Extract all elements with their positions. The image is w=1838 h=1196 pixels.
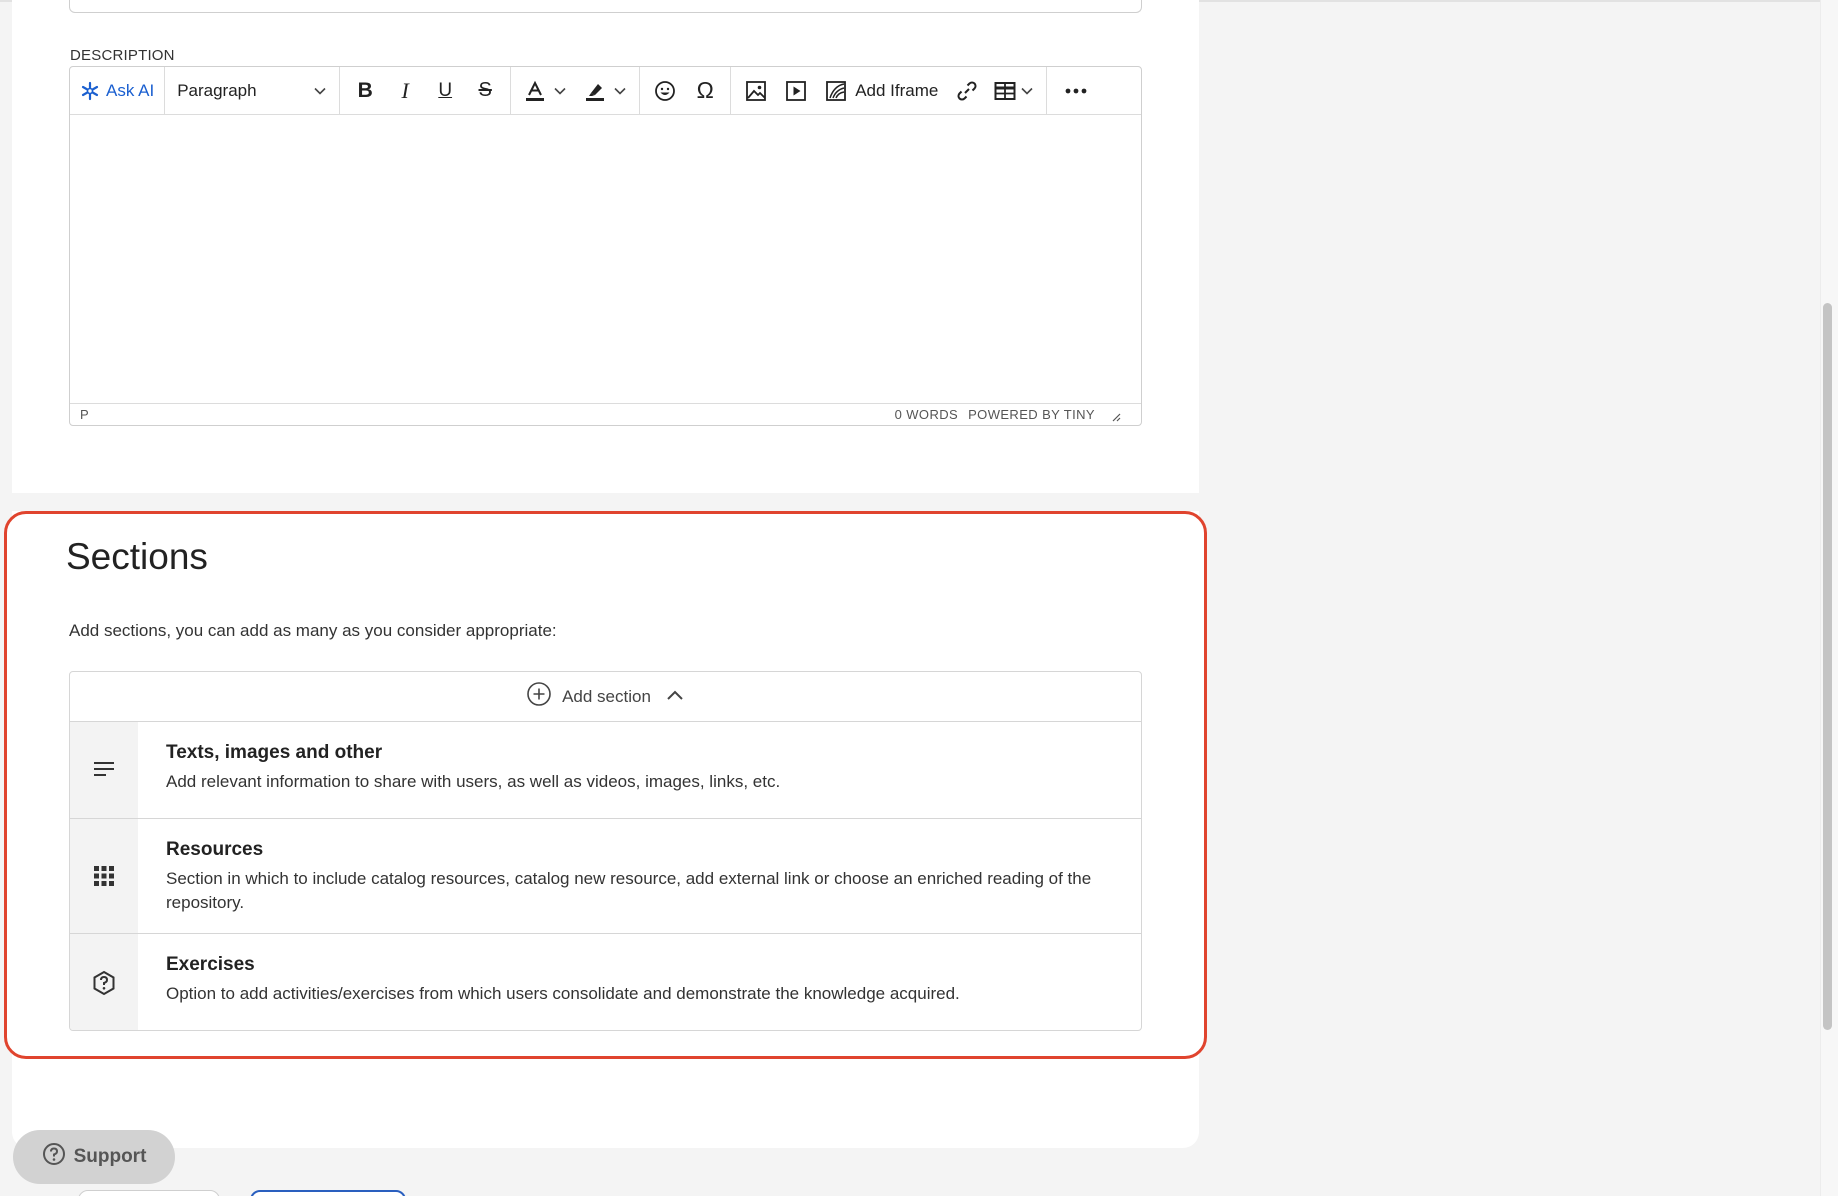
strikethrough-icon: S	[478, 79, 492, 101]
powered-by-tiny[interactable]: POWERED BY TINY	[968, 407, 1095, 422]
word-count[interactable]: 0 WORDS	[895, 407, 958, 422]
add-iframe-label: Add Iframe	[855, 80, 939, 100]
video-icon	[785, 80, 807, 102]
resize-handle-icon[interactable]	[1111, 410, 1121, 421]
plus-circle-icon	[526, 681, 552, 712]
primary-action-button[interactable]	[250, 1190, 406, 1196]
card-gap	[12, 493, 1199, 511]
insert-image-button[interactable]	[739, 74, 773, 108]
bold-icon: B	[357, 78, 373, 102]
more-horizontal-icon	[1065, 87, 1087, 95]
chevron-down-icon	[1020, 84, 1034, 98]
section-option-resources[interactable]: Resources Section in which to include ca…	[70, 819, 1141, 934]
text-color-button[interactable]	[519, 74, 571, 108]
ask-ai-label: Ask AI	[106, 80, 155, 100]
secondary-action-button[interactable]	[78, 1190, 220, 1196]
support-label: Support	[73, 1146, 147, 1167]
chevron-up-icon	[665, 687, 685, 707]
image-icon	[745, 80, 767, 102]
chevron-down-icon	[313, 84, 327, 98]
page: DESCRIPTION Ask AI Paragraph B I U S Ω A…	[0, 0, 1838, 1196]
chevron-down-icon	[613, 84, 627, 98]
hexagon-question-icon	[70, 934, 138, 1030]
add-section-label: Add section	[562, 686, 651, 706]
emoji-icon	[654, 80, 676, 102]
italic-icon: I	[401, 77, 409, 103]
sections-list: Add section Texts, images and other Add …	[69, 671, 1142, 1031]
editor-status-bar: P 0 WORDS POWERED BY TINY	[70, 403, 1141, 425]
grid-dots-icon	[70, 819, 138, 933]
text-color-icon	[523, 79, 547, 103]
support-button[interactable]: Support	[13, 1130, 175, 1184]
description-label: DESCRIPTION	[70, 47, 175, 64]
highlighter-icon	[583, 79, 607, 103]
italic-button[interactable]: I	[388, 74, 422, 108]
ai-sparkle-icon	[80, 81, 100, 101]
section-option-exercises[interactable]: Exercises Option to add activities/exerc…	[70, 934, 1141, 1030]
strikethrough-button[interactable]: S	[468, 74, 502, 108]
sections-title: Sections	[66, 536, 208, 577]
table-button[interactable]	[990, 74, 1038, 108]
section-option-description: Option to add activities/exercises from …	[166, 984, 960, 1003]
block-format-value: Paragraph	[177, 80, 257, 100]
description-editor[interactable]: Ask AI Paragraph B I U S Ω Add Iframe P …	[69, 66, 1142, 426]
link-icon	[955, 79, 979, 103]
section-option-description: Section in which to include catalog reso…	[166, 869, 1092, 912]
section-option-title: Exercises	[166, 954, 255, 975]
sections-intro-text: Add sections, you can add as many as you…	[69, 621, 557, 640]
more-options-button[interactable]	[1059, 74, 1093, 108]
previous-input-field[interactable]	[69, 0, 1142, 13]
block-format-select[interactable]: Paragraph	[171, 74, 333, 108]
highlight-color-button[interactable]	[579, 74, 631, 108]
special-character-button[interactable]: Ω	[688, 74, 722, 108]
editor-toolbar: Ask AI Paragraph B I U S Ω Add Iframe	[70, 67, 1141, 115]
section-option-description: Add relevant information to share with u…	[166, 772, 781, 791]
bold-button[interactable]: B	[348, 74, 382, 108]
iframe-icon	[825, 80, 847, 102]
section-option-title: Resources	[166, 839, 264, 860]
insert-link-button[interactable]	[950, 74, 984, 108]
underline-icon: U	[438, 79, 453, 101]
add-iframe-button[interactable]: Add Iframe	[819, 74, 944, 108]
table-icon	[994, 81, 1016, 101]
scrollbar-thumb[interactable]	[1823, 303, 1832, 1030]
chevron-down-icon	[553, 84, 567, 98]
ask-ai-button[interactable]: Ask AI	[74, 74, 160, 108]
help-circle-icon	[42, 1142, 66, 1172]
element-path[interactable]: P	[80, 407, 89, 422]
insert-media-button[interactable]	[779, 74, 813, 108]
omega-icon: Ω	[696, 77, 714, 103]
add-section-button[interactable]: Add section	[70, 672, 1141, 722]
emoji-button[interactable]	[648, 74, 682, 108]
section-option-texts[interactable]: Texts, images and other Add relevant inf…	[70, 722, 1141, 819]
text-lines-icon	[70, 722, 138, 818]
section-option-title: Texts, images and other	[166, 742, 383, 763]
underline-button[interactable]: U	[428, 74, 462, 108]
